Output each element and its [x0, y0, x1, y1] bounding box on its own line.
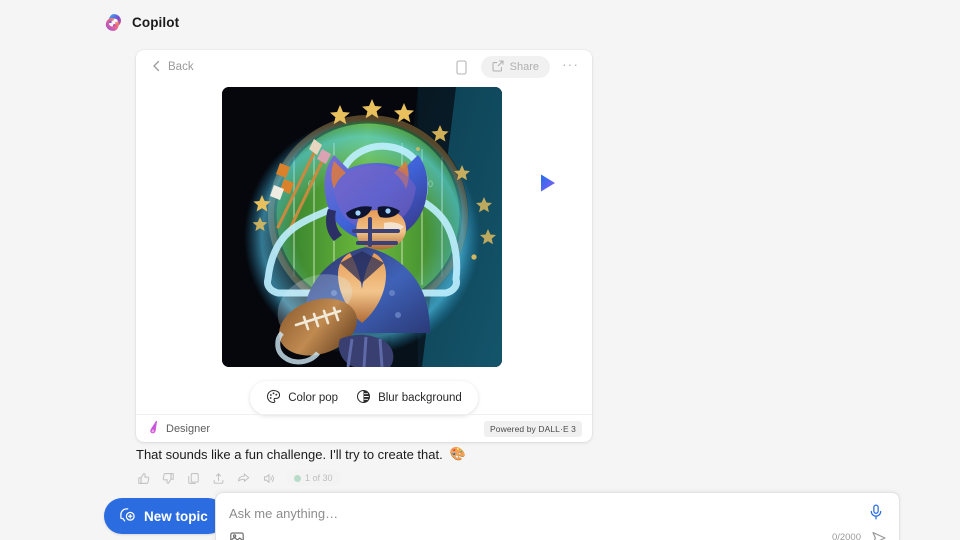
- copilot-logo-icon: [104, 13, 123, 32]
- back-label: Back: [168, 61, 194, 73]
- palette-emoji-icon: 🎨: [449, 446, 466, 461]
- send-icon[interactable]: [871, 530, 887, 540]
- assistant-message-text: That sounds like a fun challenge. I'll t…: [136, 446, 443, 462]
- thumbs-up-icon[interactable]: [136, 471, 151, 486]
- generated-artwork[interactable]: 00: [222, 87, 502, 367]
- more-horizontal-icon[interactable]: ···: [558, 57, 583, 74]
- response-counter[interactable]: 1 of 30: [286, 470, 341, 486]
- play-cursor-icon: [538, 172, 558, 194]
- chevron-left-icon: [152, 60, 161, 75]
- message-actions: 1 of 30: [136, 470, 341, 486]
- screen-root: Copilot Back Share ··· Color pop Blur ba…: [0, 0, 960, 540]
- thumbs-down-icon[interactable]: [161, 471, 176, 486]
- speaker-icon[interactable]: [261, 471, 276, 486]
- share-arrow-icon[interactable]: [236, 471, 251, 486]
- new-topic-button[interactable]: New topic: [104, 498, 226, 534]
- back-button[interactable]: Back: [148, 57, 198, 78]
- assistant-message: That sounds like a fun challenge. I'll t…: [136, 446, 466, 462]
- palette-icon: [266, 389, 281, 407]
- designer-brand[interactable]: Designer: [147, 420, 210, 437]
- image-edit-chips: Color pop Blur background: [136, 381, 592, 415]
- chips-group: Color pop Blur background: [250, 381, 478, 415]
- chat-input-shell[interactable]: Ask me anything… 0/2000: [215, 492, 900, 540]
- color-pop-label: Color pop: [288, 392, 339, 404]
- blur-background-label: Blur background: [378, 392, 462, 404]
- card-toolbar-actions: Share ···: [451, 56, 583, 78]
- copy-icon[interactable]: [186, 471, 201, 486]
- counter-dot-icon: [294, 474, 301, 482]
- card-toolbar: Back Share ···: [136, 50, 592, 84]
- dalle-badge: Powered by DALL·E 3: [484, 420, 582, 437]
- designer-label: Designer: [166, 422, 211, 435]
- color-pop-chip[interactable]: Color pop: [259, 386, 345, 410]
- counter-label: 1 of 30: [305, 473, 333, 483]
- phone-icon[interactable]: [451, 56, 473, 78]
- new-topic-label: New topic: [144, 508, 208, 524]
- share-label: Share: [509, 61, 539, 73]
- microphone-icon[interactable]: [867, 503, 887, 523]
- contrast-circle-icon: [356, 389, 371, 407]
- export-icon[interactable]: [211, 471, 226, 486]
- app-header: Copilot: [104, 10, 179, 34]
- chat-input-placeholder: Ask me anything…: [229, 506, 339, 521]
- new-topic-icon: [118, 506, 136, 527]
- card-footer: Designer Powered by DALL·E 3: [136, 414, 592, 442]
- char-counter: 0/2000: [831, 532, 861, 540]
- blur-background-chip[interactable]: Blur background: [349, 386, 469, 410]
- share-box-icon: [492, 60, 504, 75]
- share-button[interactable]: Share: [480, 56, 550, 78]
- app-title: Copilot: [132, 14, 180, 30]
- composer-bar: New topic Ask me anything… 0/2000: [0, 492, 960, 540]
- image-attach-icon[interactable]: [229, 530, 245, 540]
- designer-logo-icon: [147, 420, 160, 437]
- generated-image-card: Back Share ··· Color pop Blur background…: [136, 50, 592, 442]
